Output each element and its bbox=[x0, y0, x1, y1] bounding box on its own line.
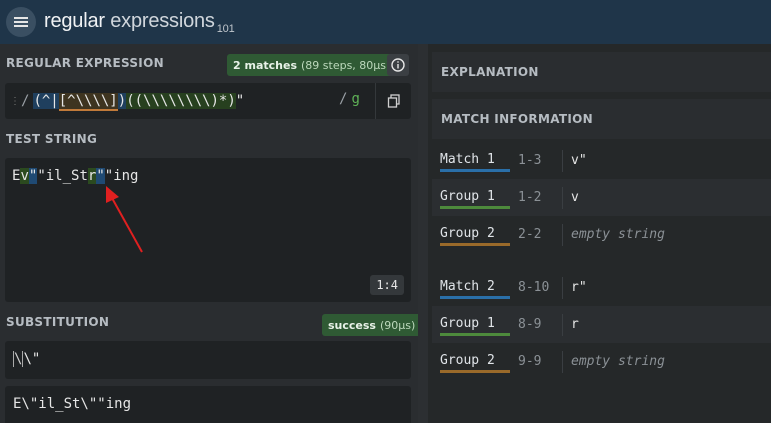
test-string-input[interactable]: Ev""il_Str""ing 1:4 bbox=[5, 158, 411, 302]
group-label: Group 2 bbox=[440, 353, 510, 373]
substitution-title: SUBSTITUTION bbox=[6, 315, 110, 329]
group-value: empty string bbox=[571, 227, 665, 242]
brand-number: 101 bbox=[216, 22, 235, 35]
match-1-group-1: v bbox=[20, 168, 29, 184]
group-range: 9-9 bbox=[518, 354, 542, 369]
match-value: v" bbox=[571, 153, 587, 168]
row-divider bbox=[562, 350, 563, 373]
editor-panel: REGULAR EXPRESSION 2 matches (89 steps, 8… bbox=[0, 44, 422, 423]
top-bar: regular expressions 101 bbox=[0, 0, 771, 44]
match-label: Match 2 bbox=[440, 279, 510, 299]
test-string-text[interactable]: Ev""il_Str""ing bbox=[12, 168, 138, 184]
substitution-value: \" bbox=[23, 351, 41, 367]
group-row: Group 1 8-9 r bbox=[432, 306, 771, 343]
match-value: r" bbox=[571, 280, 587, 295]
group-row: Group 2 2-2 empty string bbox=[432, 216, 771, 253]
info-button[interactable] bbox=[387, 54, 409, 76]
cursor-position: 1:4 bbox=[370, 275, 404, 295]
match-2-quote: " bbox=[96, 168, 105, 184]
match-range: 1-3 bbox=[518, 153, 542, 168]
row-divider bbox=[562, 149, 563, 172]
group-row: Group 2 9-9 empty string bbox=[432, 343, 771, 380]
matches-count: 2 matches bbox=[233, 58, 297, 72]
pattern-char-class: [^\\\\] bbox=[58, 93, 118, 111]
regex-section-title: REGULAR EXPRESSION bbox=[6, 56, 164, 70]
group-range: 2-2 bbox=[518, 227, 542, 242]
group-range: 1-2 bbox=[518, 190, 542, 205]
substitution-result: E\"il_St\""ing bbox=[5, 386, 411, 423]
regex-flag-g: g bbox=[351, 91, 360, 107]
drag-handle-icon[interactable]: ⋮ bbox=[9, 96, 21, 107]
brand-word-expressions: expressions bbox=[104, 9, 215, 32]
regex-close-delimiter: / bbox=[339, 91, 348, 107]
test-middle: "il_St bbox=[37, 168, 88, 184]
match-row: Match 1 1-3 v" bbox=[432, 142, 771, 179]
row-divider bbox=[562, 276, 563, 299]
substitution-status: success bbox=[328, 318, 376, 332]
group-value: r bbox=[571, 317, 579, 332]
row-divider bbox=[562, 313, 563, 336]
hamburger-icon bbox=[14, 17, 28, 27]
menu-button[interactable] bbox=[6, 7, 36, 37]
pattern-tail: " bbox=[235, 93, 245, 109]
pattern-group1-close: ) bbox=[117, 93, 127, 109]
explanation-header[interactable]: EXPLANATION bbox=[432, 52, 771, 92]
test-string-title: TEST STRING bbox=[6, 132, 98, 146]
group-value: empty string bbox=[571, 354, 665, 369]
regex-flags[interactable]: / g bbox=[339, 91, 360, 107]
test-tail: "ing bbox=[104, 168, 139, 184]
row-divider bbox=[562, 186, 563, 209]
brand-word-regular: regular bbox=[44, 9, 105, 32]
copy-icon bbox=[387, 94, 400, 108]
match-info-header[interactable]: MATCH INFORMATION bbox=[432, 99, 771, 139]
matches-badge: 2 matches (89 steps, 80µs) bbox=[227, 54, 397, 76]
regex-pattern[interactable]: (^|[^\\\\])((\\\\\\\\)*)" bbox=[33, 93, 245, 111]
info-icon bbox=[391, 58, 405, 72]
group-row: Group 1 1-2 v bbox=[432, 179, 771, 216]
group-value: v bbox=[571, 190, 579, 205]
group-range: 8-9 bbox=[518, 317, 542, 332]
match-label: Match 1 bbox=[440, 152, 510, 172]
match-range: 8-10 bbox=[518, 280, 550, 295]
regex-open-delimiter: / bbox=[21, 93, 30, 109]
copy-regex-button[interactable] bbox=[375, 83, 411, 119]
matches-detail: (89 steps, 80µs) bbox=[301, 58, 391, 72]
substitution-input[interactable]: \\" bbox=[5, 341, 411, 379]
substitution-status-badge: success (90µs) bbox=[322, 314, 422, 336]
brand-logo[interactable]: regular expressions 101 bbox=[44, 10, 235, 35]
row-divider bbox=[562, 223, 563, 246]
substitution-escape: \ bbox=[13, 351, 24, 367]
regex-input[interactable]: ⋮ / (^|[^\\\\])((\\\\\\\\)*)" / g bbox=[5, 83, 411, 119]
match-row: Match 2 8-10 r" bbox=[432, 269, 771, 306]
group-label: Group 1 bbox=[440, 189, 510, 209]
group-label: Group 2 bbox=[440, 226, 510, 246]
pattern-group1-open: (^| bbox=[33, 93, 59, 109]
group-label: Group 1 bbox=[440, 316, 510, 336]
substitution-status-detail: (90µs) bbox=[379, 318, 416, 332]
pattern-group2: ((\\\\\\\\)*) bbox=[126, 93, 236, 109]
